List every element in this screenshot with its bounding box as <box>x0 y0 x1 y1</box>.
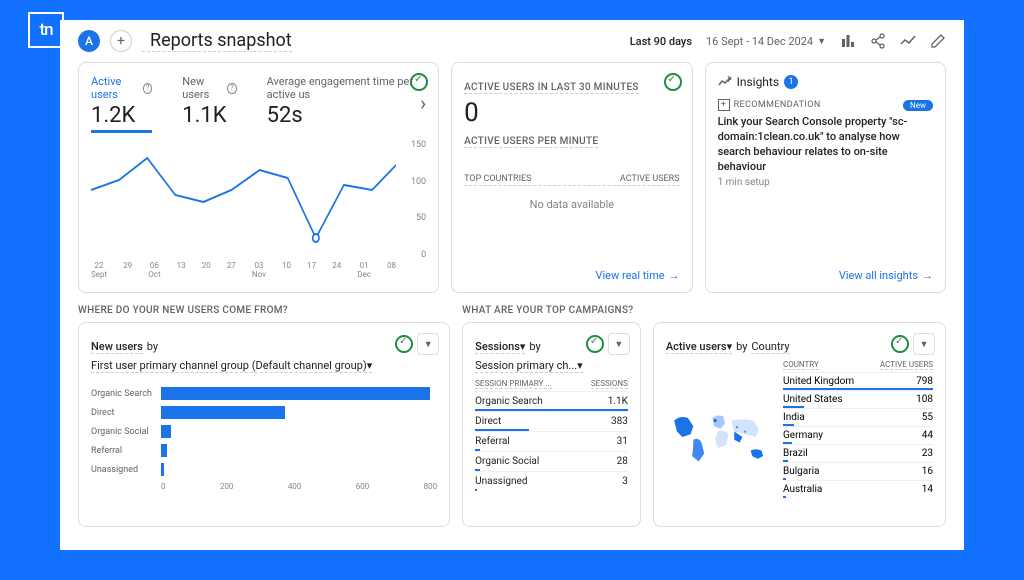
col-header: SESSION PRIMARY ... <box>475 379 551 389</box>
main-panel: A + Reports snapshot Last 90 days 16 Sep… <box>60 20 964 550</box>
metric-engagement[interactable]: Average engagement time per active us 52… <box>267 75 427 128</box>
check-badge-icon <box>395 335 413 353</box>
bar-row[interactable]: Unassigned <box>91 463 437 476</box>
card-metric-title[interactable]: New users <box>91 340 143 354</box>
insights-header: Insights 1 <box>718 75 933 89</box>
table-row[interactable]: India55 <box>783 408 933 426</box>
add-button[interactable]: + <box>110 30 132 52</box>
sessions-card: ▼ Sessions▾ by Session primary ch...▾ SE… <box>462 322 641 527</box>
sessions-title[interactable]: Sessions▾ <box>475 340 525 354</box>
active-users-title[interactable]: Active users▾ <box>666 340 732 354</box>
chevron-right-icon[interactable]: › <box>420 91 426 115</box>
dropdown-icon[interactable]: ▼ <box>417 333 439 355</box>
check-badge-icon <box>586 335 604 353</box>
recommendation-text[interactable]: Link your Search Console property "sc-do… <box>718 115 933 174</box>
col-header: SESSIONS <box>591 379 628 389</box>
y-axis: 150100500 <box>411 140 426 260</box>
table-row[interactable]: Direct383 <box>475 411 628 431</box>
last-days-label: Last 90 days <box>630 35 692 48</box>
metric-active-users[interactable]: Active users? 1.2K <box>91 75 152 132</box>
date-range-picker[interactable]: 16 Sept - 14 Dec 2024 ▼ <box>706 35 826 48</box>
metrics-tabs: Active users? 1.2K New users? 1.1K Avera… <box>91 75 426 132</box>
date-range-text: 16 Sept - 14 Dec 2024 <box>706 35 813 48</box>
table-row[interactable]: Germany44 <box>783 426 933 444</box>
card-dimension[interactable]: First user primary channel group (Defaul… <box>91 359 372 373</box>
info-icon[interactable]: ? <box>143 83 152 94</box>
recommendation-label: + RECOMMENDATION <box>718 99 821 111</box>
bar-row[interactable]: Organic Search <box>91 387 437 400</box>
realtime-value: 0 <box>464 98 679 128</box>
table-row[interactable]: Australia14 <box>783 480 933 498</box>
bar-chart-icon[interactable] <box>840 33 856 49</box>
table-row[interactable]: Brazil23 <box>783 444 933 462</box>
insights-count-badge: 1 <box>784 75 798 89</box>
world-map[interactable] <box>666 360 775 514</box>
bar-axis: 0200400600800 <box>161 482 437 491</box>
section-heading-b: WHAT ARE YOUR TOP CAMPAIGNS? <box>462 305 946 316</box>
realtime-title: ACTIVE USERS IN LAST 30 MINUTES <box>464 82 639 94</box>
check-badge-icon <box>664 73 682 91</box>
sessions-dimension[interactable]: Session primary ch...▾ <box>475 359 583 373</box>
col-header: COUNTRY <box>783 360 819 370</box>
overview-card: Active users? 1.2K New users? 1.1K Avera… <box>78 62 439 293</box>
table-row[interactable]: Organic Search1.1K <box>475 391 628 411</box>
no-data-text: No data available <box>464 198 679 211</box>
sessions-table: SESSION PRIMARY ... SESSIONS Organic Sear… <box>475 379 628 491</box>
realtime-table-header: TOP COUNTRIESACTIVE USERS <box>464 174 679 186</box>
plus-box-icon: + <box>718 99 730 111</box>
view-realtime-link[interactable]: View real time→ <box>595 269 679 282</box>
table-row[interactable]: United Kingdom798 <box>783 372 933 390</box>
header-controls: Last 90 days 16 Sept - 14 Dec 2024 ▼ <box>630 33 946 49</box>
bar-chart: Organic Search Direct Organic Social Referr… <box>91 387 437 476</box>
dropdown-icon[interactable]: ▼ <box>913 333 935 355</box>
edit-icon[interactable] <box>930 33 946 49</box>
metric-value: 52s <box>267 103 427 128</box>
view-insights-link[interactable]: View all insights→ <box>839 269 933 282</box>
line-chart <box>91 140 396 260</box>
country-table: COUNTRY ACTIVE USERS United Kingdom798Uni… <box>783 360 933 514</box>
new-badge: New <box>903 100 933 111</box>
metric-label: Active users <box>91 75 140 101</box>
col-header: ACTIVE USERS <box>880 360 933 370</box>
bar-row[interactable]: Direct <box>91 406 437 419</box>
table-row[interactable]: Referral31 <box>475 431 628 451</box>
table-row[interactable]: Unassigned3 <box>475 471 628 491</box>
dropdown-icon[interactable]: ▼ <box>608 333 630 355</box>
info-icon[interactable]: ? <box>227 83 236 94</box>
country-card: ▼ Active users▾ by Country <box>653 322 946 527</box>
metric-new-users[interactable]: New users? 1.1K <box>182 75 236 128</box>
page-title: Reports snapshot <box>142 30 292 52</box>
metric-value: 1.1K <box>182 103 236 128</box>
bar-row[interactable]: Referral <box>91 444 437 457</box>
x-axis: 22Sept2906Oct13202703Nov10172401Dec08 <box>91 262 396 280</box>
realtime-sub: ACTIVE USERS PER MINUTE <box>464 136 598 148</box>
avatar[interactable]: A <box>78 30 100 52</box>
line-chart-area: 150100500 22Sept2906Oct13202703Nov101724… <box>91 140 426 280</box>
sparkle-icon <box>718 75 732 89</box>
brand-logo: tn <box>28 12 64 48</box>
bar-row[interactable]: Organic Social <box>91 425 437 438</box>
new-users-card: ▼ New users by First user primary channe… <box>78 322 450 527</box>
top-bar: A + Reports snapshot Last 90 days 16 Sep… <box>60 20 964 62</box>
check-badge-icon <box>891 335 909 353</box>
metric-label: New users <box>182 75 224 101</box>
setup-time: 1 min setup <box>718 177 933 188</box>
section-heading-a: WHERE DO YOUR NEW USERS COME FROM? <box>78 305 450 316</box>
insights-card: Insights 1 + RECOMMENDATION New Link you… <box>705 62 946 293</box>
country-dimension[interactable]: Country <box>751 340 789 354</box>
realtime-card: ACTIVE USERS IN LAST 30 MINUTES 0 ACTIVE… <box>451 62 692 293</box>
share-icon[interactable] <box>870 33 886 49</box>
table-row[interactable]: Organic Social28 <box>475 451 628 471</box>
metric-label: Average engagement time per active us <box>267 75 427 101</box>
metric-value: 1.2K <box>91 103 152 128</box>
trend-icon[interactable] <box>900 33 916 49</box>
table-row[interactable]: United States108 <box>783 390 933 408</box>
table-row[interactable]: Bulgaria16 <box>783 462 933 480</box>
